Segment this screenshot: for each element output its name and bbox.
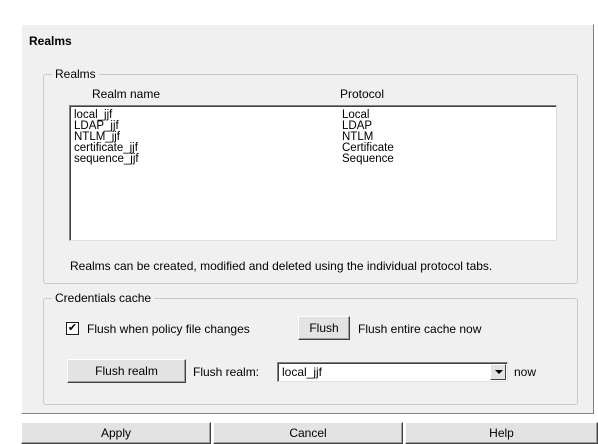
now-label: now [514,365,537,379]
realms-group: Realms Realm name Protocol local_jjf Loc… [43,67,578,284]
flush-realm-label: Flush realm: [193,365,260,379]
flush-on-change-checkbox[interactable]: ✔ [66,322,79,335]
column-header-protocol: Protocol [340,87,385,101]
chevron-down-icon[interactable] [490,364,506,380]
credentials-group-legend: Credentials cache [55,291,152,305]
list-item[interactable]: local_jjf Local [70,109,556,121]
flush-description: Flush entire cache now [358,322,482,336]
checkmark-icon: ✔ [67,322,78,334]
realms-panel: Realms Realms Realm name Protocol local_… [21,24,594,414]
panel-title: Realms [29,34,72,48]
credentials-cache-group: Credentials cache ✔ Flush when policy fi… [43,291,578,405]
list-item[interactable]: certificate_jjf Certificate [70,142,556,154]
realms-group-legend: Realms [55,67,96,81]
list-item[interactable]: NTLM_jjf NTLM [70,131,556,143]
realms-note: Realms can be created, modified and dele… [70,259,493,273]
realm-protocol: Sequence [342,153,394,165]
flush-button[interactable]: Flush [298,316,350,340]
flush-realm-button[interactable]: Flush realm [67,359,186,383]
flush-realm-select[interactable]: local_jjf [277,362,508,382]
realms-list[interactable]: local_jjf Local LDAP_jjf LDAP NTLM_jjf N… [69,105,557,241]
cancel-button[interactable]: Cancel [213,422,403,444]
flush-on-change-label: Flush when policy file changes [87,322,250,336]
apply-button[interactable]: Apply [21,422,211,444]
realm-name: sequence_jjf [74,153,139,165]
footer-buttons: Apply Cancel Help [21,422,598,444]
list-item[interactable]: sequence_jjf Sequence [70,153,556,165]
list-item[interactable]: LDAP_jjf LDAP [70,120,556,132]
help-button[interactable]: Help [405,422,598,444]
column-header-realm-name: Realm name [92,87,161,101]
flush-realm-select-value: local_jjf [282,365,323,379]
